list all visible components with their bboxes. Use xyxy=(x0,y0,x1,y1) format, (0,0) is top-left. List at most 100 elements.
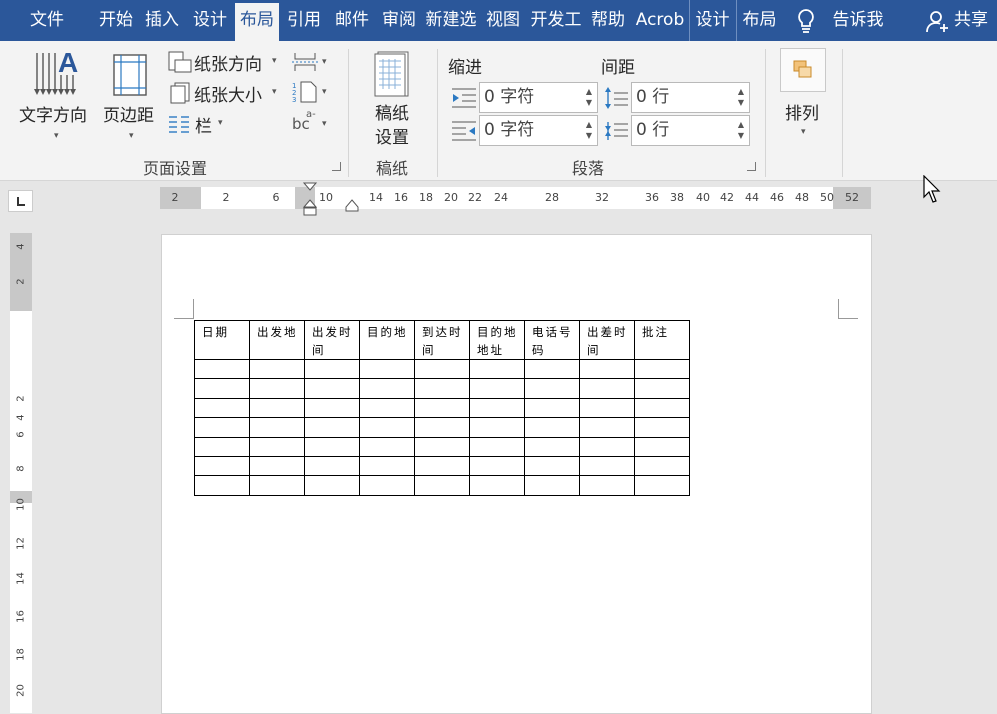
stepper-arrows-icon[interactable]: ▲▼ xyxy=(738,86,744,108)
table-cell[interactable] xyxy=(580,379,635,398)
table-cell[interactable] xyxy=(470,398,525,417)
table-cell[interactable] xyxy=(360,360,415,379)
table-cell[interactable] xyxy=(525,476,580,495)
table-cell[interactable] xyxy=(250,398,305,417)
tab-developer[interactable]: 开发工 xyxy=(528,0,584,41)
table-cell[interactable] xyxy=(305,398,360,417)
table-cell[interactable] xyxy=(415,437,470,456)
table-cell[interactable] xyxy=(580,360,635,379)
margins-button[interactable]: 页边距 ▾ xyxy=(100,47,160,147)
orientation-button[interactable]: 纸张方向 ▾ xyxy=(168,49,286,75)
table-cell[interactable] xyxy=(195,418,250,437)
draft-settings-button[interactable]: 稿纸 设置 xyxy=(360,47,424,147)
table-cell[interactable] xyxy=(470,418,525,437)
table-cell[interactable] xyxy=(635,437,690,456)
tab-insert[interactable]: 插入 xyxy=(140,0,184,41)
tab-home[interactable]: 开始 xyxy=(94,0,138,41)
hyphenation-button[interactable]: bc a- ▾ xyxy=(292,111,332,137)
table-cell[interactable] xyxy=(635,398,690,417)
arrange-button[interactable]: 排列 ▾ xyxy=(779,45,827,145)
table-cell[interactable] xyxy=(635,456,690,475)
table-cell[interactable] xyxy=(415,379,470,398)
table-cell[interactable] xyxy=(635,418,690,437)
table-cell[interactable] xyxy=(470,437,525,456)
table-header-cell[interactable]: 出差时间 xyxy=(580,321,635,360)
table-cell[interactable] xyxy=(360,476,415,495)
table-cell[interactable] xyxy=(525,360,580,379)
table-cell[interactable] xyxy=(360,398,415,417)
table-header-cell[interactable]: 目的地地址 xyxy=(470,321,525,360)
table-cell[interactable] xyxy=(250,456,305,475)
stepper-arrows-icon[interactable]: ▲▼ xyxy=(586,86,592,108)
tab-design[interactable]: 设计 xyxy=(188,0,232,41)
tab-layout[interactable]: 布局 xyxy=(235,3,279,41)
table-cell[interactable] xyxy=(250,418,305,437)
table-cell[interactable] xyxy=(415,360,470,379)
tab-references[interactable]: 引用 xyxy=(282,0,326,41)
space-before-stepper[interactable]: 0 行 ▲▼ xyxy=(631,82,750,113)
table-cell[interactable] xyxy=(580,437,635,456)
table-header-cell[interactable]: 出发时间 xyxy=(305,321,360,360)
table-cell[interactable] xyxy=(305,437,360,456)
table-cell[interactable] xyxy=(250,360,305,379)
tab-table-layout[interactable]: 布局 xyxy=(736,0,782,41)
table-cell[interactable] xyxy=(195,379,250,398)
table-cell[interactable] xyxy=(525,437,580,456)
size-button[interactable]: 纸张大小 ▾ xyxy=(168,80,286,106)
paragraph-launcher-icon[interactable] xyxy=(747,162,756,171)
table-cell[interactable] xyxy=(580,418,635,437)
text-direction-button[interactable]: A 文字方向 ▾ xyxy=(16,47,96,147)
table-cell[interactable] xyxy=(525,456,580,475)
travel-table[interactable]: 日期出发地出发时间目的地到达时间目的地地址电话号码出差时间批注 xyxy=(194,320,690,496)
table-header-cell[interactable]: 电话号码 xyxy=(525,321,580,360)
table-cell[interactable] xyxy=(195,476,250,495)
table-cell[interactable] xyxy=(195,456,250,475)
table-header-cell[interactable]: 出发地 xyxy=(250,321,305,360)
document-page[interactable]: 日期出发地出发时间目的地到达时间目的地地址电话号码出差时间批注 xyxy=(161,234,872,714)
tell-me-search[interactable]: 告诉我 xyxy=(826,0,890,41)
table-cell[interactable] xyxy=(635,360,690,379)
table-header-cell[interactable]: 批注 xyxy=(635,321,690,360)
table-cell[interactable] xyxy=(195,398,250,417)
table-cell[interactable] xyxy=(525,418,580,437)
table-cell[interactable] xyxy=(635,379,690,398)
lightbulb-icon[interactable] xyxy=(795,8,817,34)
right-indent-marker-icon[interactable] xyxy=(345,199,359,213)
tab-acrobat[interactable]: Acrob xyxy=(633,0,687,41)
table-cell[interactable] xyxy=(415,456,470,475)
indent-left-stepper[interactable]: 0 字符 ▲▼ xyxy=(479,82,598,113)
horizontal-ruler[interactable]: 2 2 6 10 14 16 18 20 22 24 28 32 36 38 4… xyxy=(160,187,871,209)
table-cell[interactable] xyxy=(470,456,525,475)
table-cell[interactable] xyxy=(305,456,360,475)
table-cell[interactable] xyxy=(360,418,415,437)
table-cell[interactable] xyxy=(580,476,635,495)
tab-table-design[interactable]: 设计 xyxy=(689,0,735,41)
table-cell[interactable] xyxy=(525,398,580,417)
table-header-cell[interactable]: 目的地 xyxy=(360,321,415,360)
indent-marker-icon[interactable] xyxy=(303,182,317,218)
tab-new-group[interactable]: 新建选 xyxy=(424,0,478,41)
tab-help[interactable]: 帮助 xyxy=(586,0,630,41)
breaks-button[interactable]: ▾ xyxy=(292,51,332,73)
table-cell[interactable] xyxy=(415,398,470,417)
table-cell[interactable] xyxy=(360,437,415,456)
table-header-cell[interactable]: 日期 xyxy=(195,321,250,360)
table-cell[interactable] xyxy=(195,360,250,379)
indent-right-stepper[interactable]: 0 字符 ▲▼ xyxy=(479,115,598,146)
table-cell[interactable] xyxy=(415,476,470,495)
table-cell[interactable] xyxy=(305,360,360,379)
tab-file[interactable]: 文件 xyxy=(16,0,78,41)
table-cell[interactable] xyxy=(250,379,305,398)
table-cell[interactable] xyxy=(525,379,580,398)
stepper-arrows-icon[interactable]: ▲▼ xyxy=(586,119,592,141)
table-cell[interactable] xyxy=(415,418,470,437)
tab-view[interactable]: 视图 xyxy=(481,0,525,41)
tab-mailings[interactable]: 邮件 xyxy=(330,0,374,41)
line-numbers-button[interactable]: 1 2 3 ▾ xyxy=(292,81,332,103)
space-after-stepper[interactable]: 0 行 ▲▼ xyxy=(631,115,750,146)
table-cell[interactable] xyxy=(580,398,635,417)
table-cell[interactable] xyxy=(305,476,360,495)
table-cell[interactable] xyxy=(470,476,525,495)
table-cell[interactable] xyxy=(635,476,690,495)
table-cell[interactable] xyxy=(250,476,305,495)
